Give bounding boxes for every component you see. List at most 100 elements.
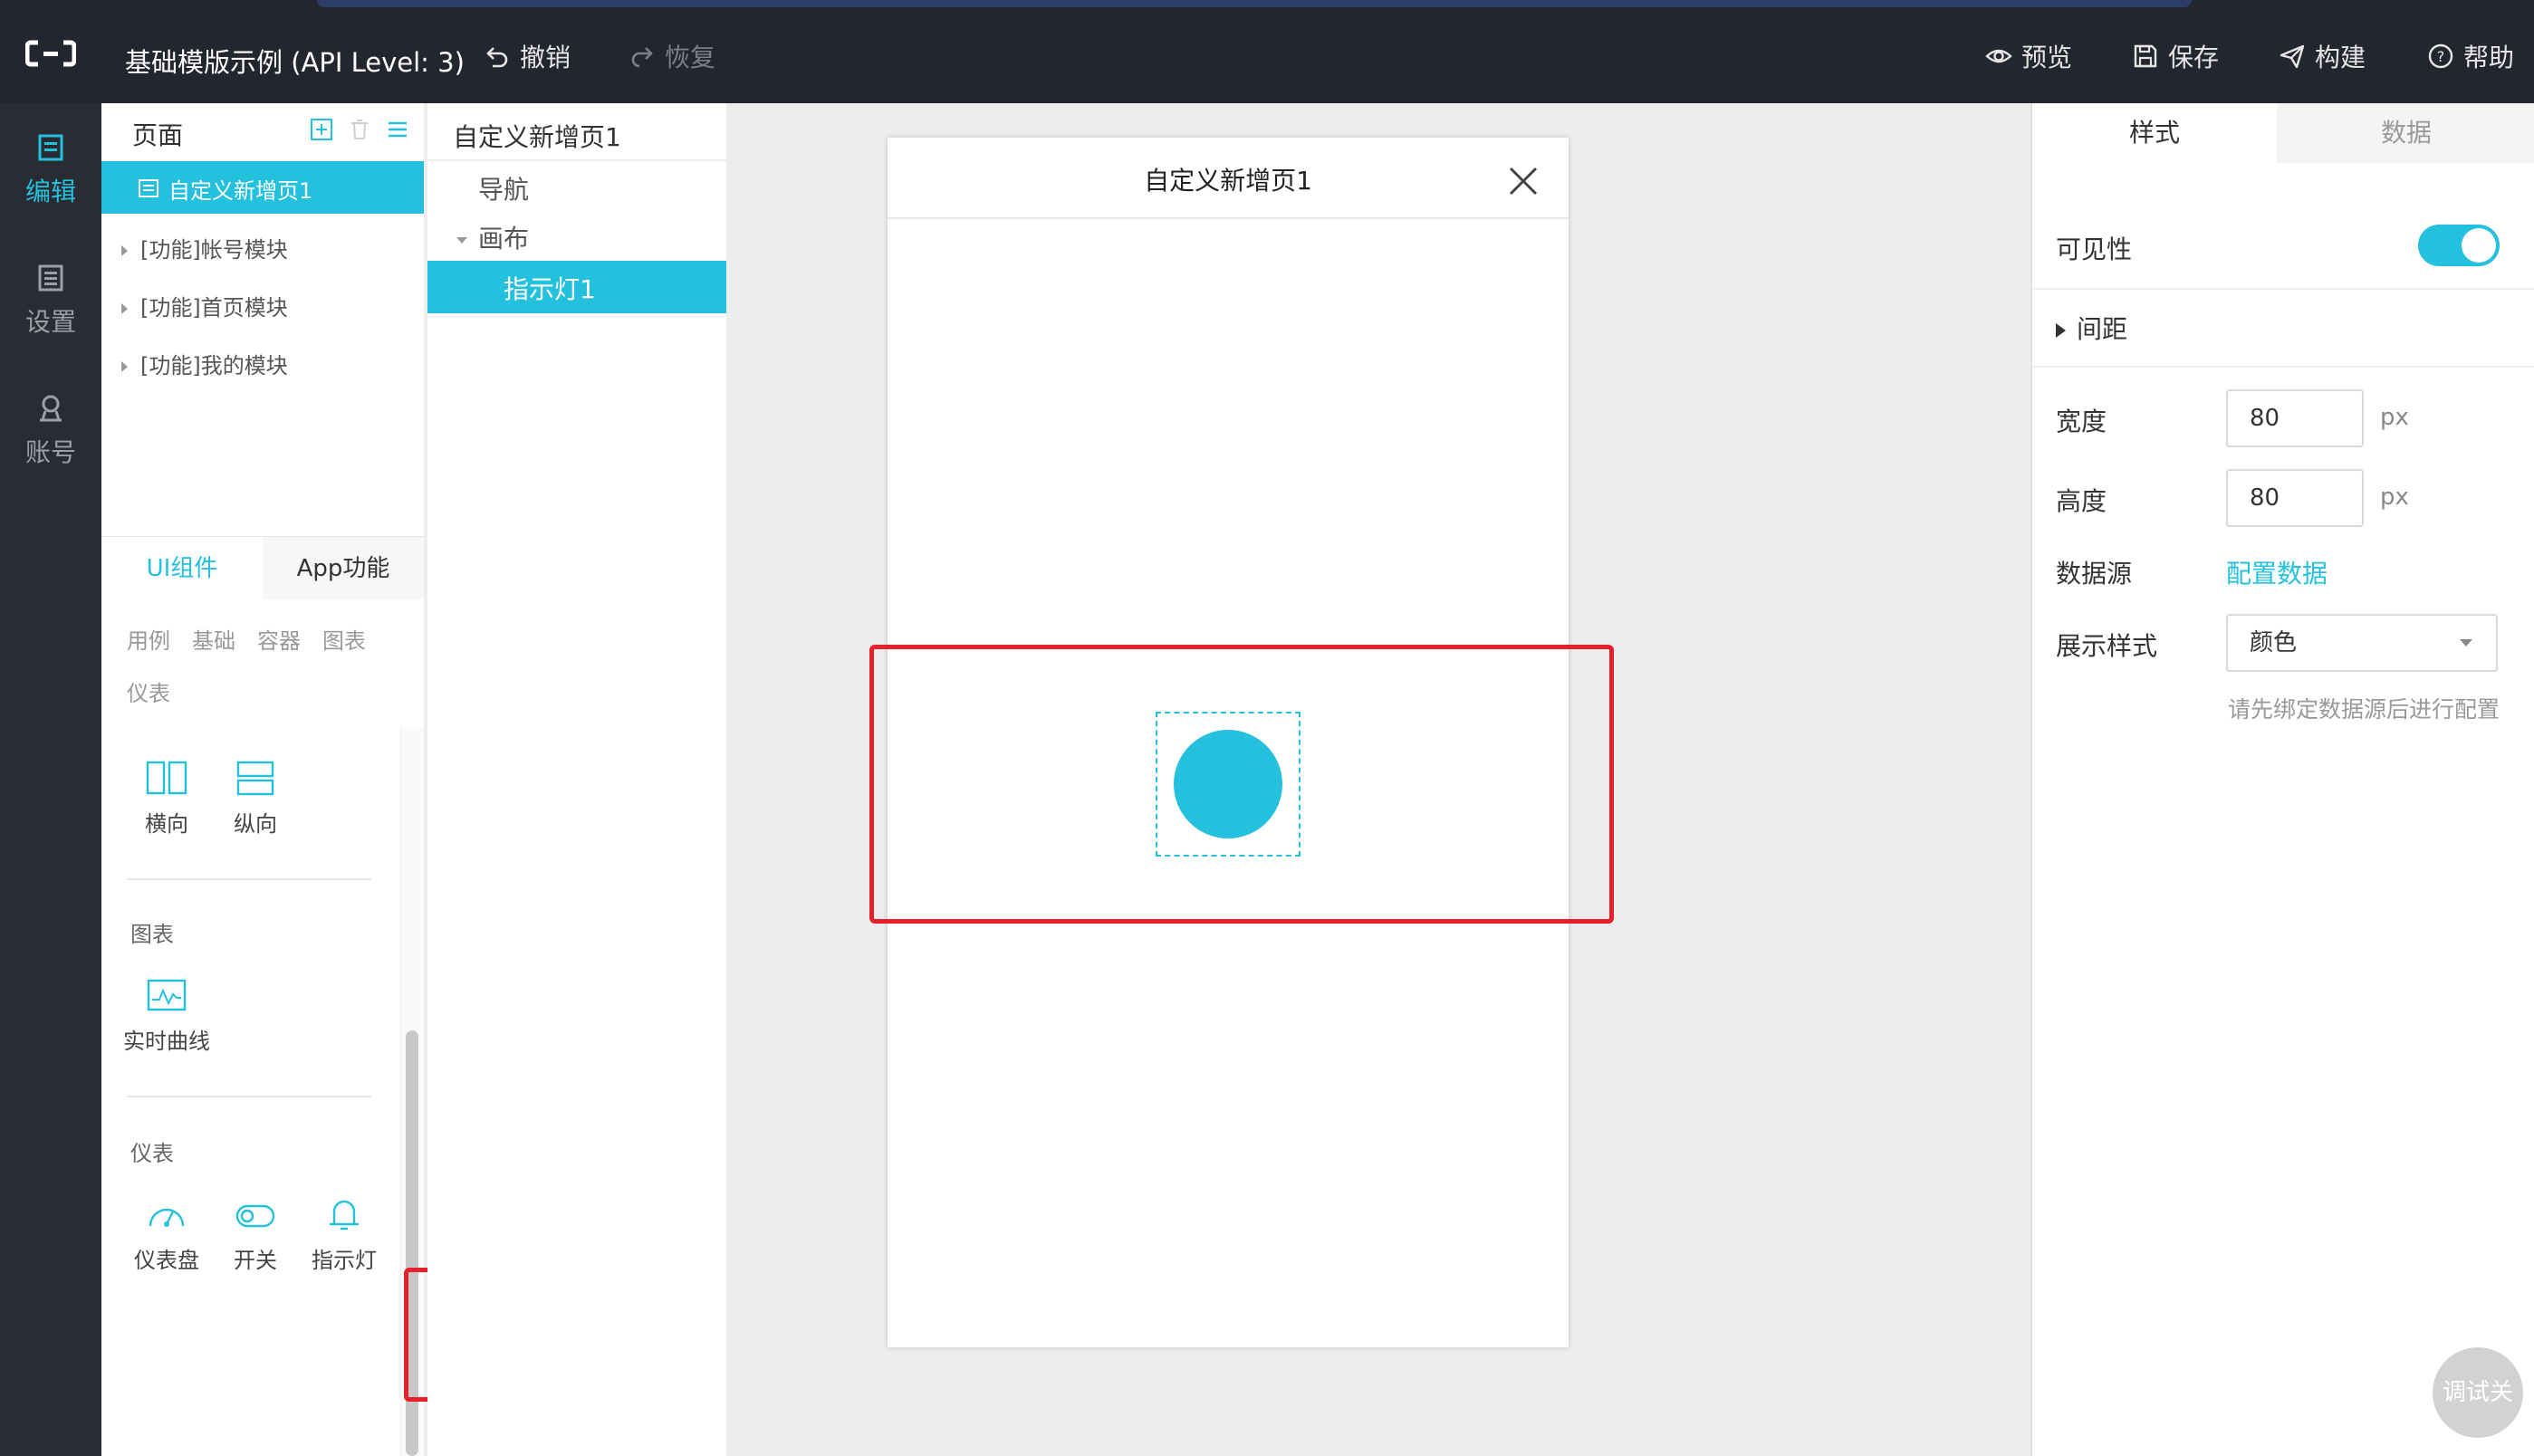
page-item[interactable]: [功能]首页模块: [121, 290, 288, 321]
display-style-label: 展示样式: [2056, 631, 2158, 661]
tab-app-functions[interactable]: App功能: [263, 537, 424, 600]
caret-down-icon: [456, 236, 467, 244]
build-button[interactable]: 构建: [2279, 38, 2366, 74]
edit-icon: [38, 134, 63, 161]
delete-page-icon[interactable]: [348, 118, 371, 141]
divider: [2032, 366, 2534, 368]
undo-icon: [486, 47, 508, 68]
caret-right-icon: [121, 245, 128, 256]
category-gauge[interactable]: 仪表: [127, 675, 170, 707]
divider: [127, 878, 371, 880]
height-input[interactable]: 80: [2226, 469, 2364, 527]
width-label: 宽度: [2056, 407, 2107, 436]
page-panel: 页面 自定义新增页1 [功能]帐号模块 [功能]首页模块 [功能]我的模块 UI…: [101, 103, 498, 1456]
debug-toggle-button[interactable]: 调试关: [2433, 1347, 2523, 1438]
preview-button[interactable]: 预览: [1985, 38, 2072, 74]
undo-label: 撤销: [520, 43, 571, 72]
account-icon: [40, 395, 62, 422]
phone-page-title: 自定义新增页1: [1144, 166, 1312, 196]
nav-label-edit: 编辑: [24, 177, 76, 206]
tree-item-canvas-label: 画布: [478, 224, 530, 254]
tab-data[interactable]: 数据: [2277, 103, 2534, 163]
component-gauge[interactable]: 仪表盘: [121, 1197, 212, 1274]
vertical-layout-icon: [236, 761, 274, 796]
component-horizontal[interactable]: 横向: [121, 761, 212, 838]
page-item[interactable]: [功能]我的模块: [121, 348, 288, 379]
nav-item-account[interactable]: 账号: [0, 393, 101, 469]
save-icon: [2134, 44, 2157, 68]
help-icon: ?: [2428, 43, 2453, 69]
component-indicator[interactable]: 指示灯: [299, 1197, 389, 1274]
bell-icon: [330, 1200, 359, 1231]
horizontal-layout-icon: [146, 761, 187, 795]
logo-icon: [25, 40, 76, 67]
category-chart[interactable]: 图表: [322, 623, 366, 655]
redo-button[interactable]: 恢复: [629, 38, 715, 74]
add-page-icon[interactable]: [310, 118, 333, 141]
svg-text:?: ?: [2437, 48, 2445, 65]
save-button[interactable]: 保存: [2132, 38, 2219, 74]
datasource-label: 数据源: [2056, 559, 2133, 589]
tree-item-selected[interactable]: 指示灯1: [427, 261, 726, 313]
tree-page-title[interactable]: 自定义新增页1: [453, 118, 621, 154]
list-icon[interactable]: [386, 118, 409, 141]
page-item[interactable]: [功能]帐号模块: [121, 232, 288, 263]
category-container[interactable]: 容器: [257, 623, 301, 655]
tree-item-canvas[interactable]: 画布: [456, 219, 529, 255]
switch-icon: [235, 1204, 275, 1228]
help-button[interactable]: ? 帮助: [2427, 38, 2514, 74]
component-label: 横向: [145, 811, 188, 837]
tree-item-selected-label: 指示灯1: [504, 274, 596, 304]
page-item-active[interactable]: 自定义新增页1: [101, 161, 424, 214]
divider: [2032, 288, 2534, 290]
display-style-select[interactable]: 颜色: [2226, 614, 2498, 672]
page-item-active-label: 自定义新增页1: [168, 178, 313, 204]
divider: [888, 217, 1569, 219]
configure-data-link[interactable]: 配置数据: [2226, 554, 2328, 590]
tree-item-nav[interactable]: 导航: [478, 170, 529, 206]
nav-item-edit[interactable]: 编辑: [0, 132, 101, 208]
height-unit: px: [2380, 484, 2409, 511]
app-title: 基础模版示例 (API Level: 3): [125, 47, 465, 78]
close-icon[interactable]: [1505, 163, 1541, 199]
height-label: 高度: [2056, 486, 2107, 516]
component-switch[interactable]: 开关: [210, 1197, 301, 1274]
redo-label: 恢复: [665, 43, 716, 72]
category-basic[interactable]: 基础: [192, 623, 235, 655]
help-label: 帮助: [2463, 43, 2515, 72]
settings-icon: [38, 264, 63, 292]
spacing-row[interactable]: 间距: [2056, 310, 2127, 346]
build-label: 构建: [2315, 43, 2366, 72]
undo-button[interactable]: 撤销: [484, 38, 571, 74]
save-label: 保存: [2168, 43, 2220, 72]
send-icon: [2280, 44, 2305, 69]
nav-label-account: 账号: [24, 437, 76, 467]
left-nav: 编辑 设置 账号: [0, 103, 101, 1456]
width-input[interactable]: 80: [2226, 389, 2364, 447]
top-progress-line: [317, 0, 2192, 7]
component-label: 仪表盘: [134, 1248, 199, 1273]
page-icon: [139, 179, 158, 197]
component-tabs: UI组件 App功能: [101, 536, 424, 600]
toggle-knob: [2462, 228, 2496, 263]
caret-right-icon: [121, 361, 128, 372]
component-label: 纵向: [234, 811, 277, 837]
component-label: 实时曲线: [123, 1029, 210, 1054]
indicator-light[interactable]: [1174, 730, 1282, 838]
page-item-label: [功能]首页模块: [140, 295, 288, 321]
visibility-toggle[interactable]: [2418, 225, 2500, 266]
tab-ui-components[interactable]: UI组件: [101, 537, 263, 600]
datasource-hint: 请先绑定数据源后进行配置: [2227, 696, 2500, 723]
spacing-label: 间距: [2077, 314, 2128, 344]
component-vertical[interactable]: 纵向: [210, 761, 301, 838]
chevron-down-icon: [2460, 639, 2472, 647]
category-examples[interactable]: 用例: [127, 623, 170, 655]
gauge-section-title: 仪表: [130, 1141, 174, 1166]
component-realtime-curve[interactable]: 实时曲线: [121, 978, 212, 1055]
width-unit: px: [2380, 404, 2409, 431]
properties-panel: 样式 数据 可见性 间距 宽度 80 px 高度 80 px 数据源 配置数据 …: [2030, 103, 2534, 1456]
tab-style[interactable]: 样式: [2032, 103, 2277, 163]
divider: [127, 1096, 371, 1097]
visibility-label: 可见性: [2056, 235, 2133, 264]
nav-item-settings[interactable]: 设置: [0, 263, 101, 339]
